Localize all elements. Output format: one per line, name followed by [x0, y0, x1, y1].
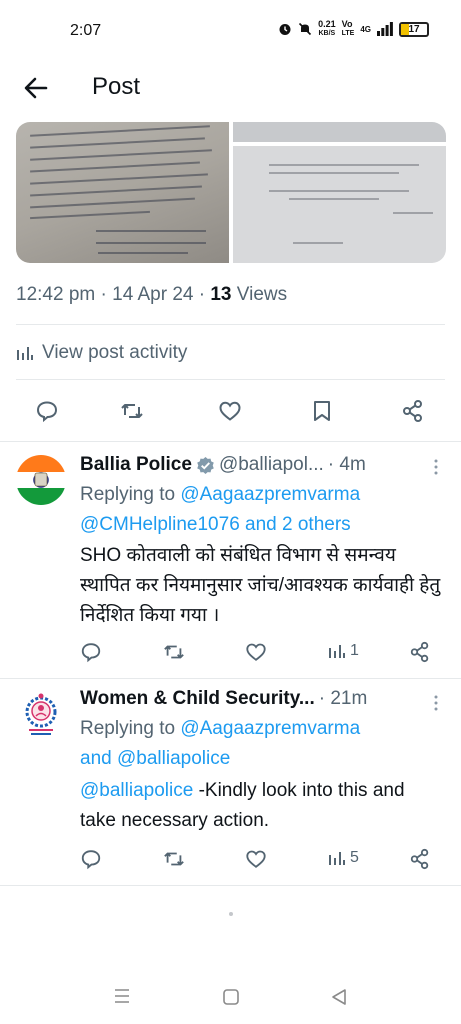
repost-button[interactable]	[119, 398, 145, 424]
repost-button[interactable]	[163, 848, 185, 870]
page-title: Post	[92, 73, 141, 100]
network-type: 4G	[360, 24, 371, 34]
mention-link[interactable]: @Aagaazpremvarma	[180, 718, 360, 739]
reply-time: · 4m	[327, 454, 366, 475]
share-button[interactable]	[409, 641, 431, 663]
triangle-back-icon	[332, 989, 346, 1005]
loading-indicator	[229, 912, 233, 916]
arrow-left-icon	[24, 77, 48, 99]
more-options-button[interactable]	[433, 459, 439, 480]
back-button[interactable]	[20, 72, 52, 104]
recent-apps-button[interactable]	[110, 986, 134, 1006]
like-button[interactable]	[245, 641, 267, 663]
share-icon	[403, 400, 422, 422]
like-icon	[246, 850, 266, 868]
system-nav-bar	[0, 970, 461, 1024]
bookmark-icon	[314, 401, 330, 421]
mention-link[interactable]: @Aagaazpremvarma	[180, 484, 360, 505]
reply-time: · 21m	[318, 688, 368, 709]
reply-header: Ballia Police @balliapol... · 4m	[80, 454, 366, 476]
verified-badge-icon	[197, 456, 214, 474]
printed-document-image[interactable]	[233, 146, 446, 263]
mention-link[interactable]: @CMHelpline1076 and 2 others	[80, 514, 351, 535]
analytics-icon	[17, 347, 33, 360]
reply-button[interactable]	[34, 398, 60, 424]
share-button[interactable]	[400, 398, 426, 424]
volte-indicator: Vo LTE	[341, 19, 355, 38]
views-button[interactable]: 1	[328, 642, 359, 660]
reply-header: Women & Child Security... · 21m	[80, 688, 367, 710]
avatar[interactable]	[16, 690, 66, 740]
mention-link[interactable]: and @balliapolice	[80, 748, 230, 769]
status-icons: 0.21 KB/S Vo LTE 4G 17	[278, 20, 429, 38]
like-button[interactable]	[217, 398, 243, 424]
more-vertical-icon	[434, 459, 438, 475]
signal-icon	[377, 22, 393, 36]
repost-icon	[164, 852, 184, 866]
views-count: 1	[350, 642, 359, 659]
author-name[interactable]: Women & Child Security...	[80, 688, 315, 710]
post-timestamp: 12:42 pm · 14 Apr 24 · 13 Views	[16, 284, 288, 305]
status-time: 2:07	[70, 22, 102, 39]
alarm-icon	[279, 24, 291, 35]
document-image-top[interactable]	[233, 122, 446, 142]
like-icon	[246, 643, 266, 661]
home-square-icon	[223, 989, 239, 1005]
share-icon	[410, 641, 429, 663]
author-handle: @balliapol...	[218, 454, 324, 475]
reply-item[interactable]: Women & Child Security... · 21m Replying…	[0, 678, 461, 885]
back-nav-button[interactable]	[328, 986, 350, 1008]
mute-icon	[299, 22, 312, 36]
reply-button[interactable]	[80, 848, 102, 870]
share-icon	[410, 848, 429, 870]
replying-to-more: and @balliapolice	[80, 748, 230, 770]
divider	[16, 379, 445, 380]
like-button[interactable]	[245, 848, 267, 870]
network-speed: 0.21 KB/S	[318, 19, 336, 38]
menu-lines-icon	[115, 989, 129, 1003]
divider	[0, 885, 461, 886]
more-options-button[interactable]	[433, 695, 439, 716]
header: Post	[0, 60, 461, 116]
reply-icon	[81, 643, 101, 663]
repost-button[interactable]	[163, 641, 185, 663]
views-button[interactable]: 5	[328, 849, 359, 867]
battery-icon: 17	[399, 21, 429, 37]
post-media[interactable]	[16, 122, 446, 263]
reply-button[interactable]	[80, 641, 102, 663]
analytics-icon	[329, 852, 345, 865]
replying-to: Replying to @Aagaazpremvarma	[80, 718, 361, 739]
repost-icon	[164, 645, 184, 659]
more-vertical-icon	[434, 695, 438, 711]
mention-link[interactable]: @balliapolice	[80, 780, 193, 801]
repost-icon	[121, 404, 143, 418]
share-button[interactable]	[409, 848, 431, 870]
views-count: 5	[350, 849, 359, 866]
status-bar: 2:07 0.21 KB/S Vo LTE 4G 17	[0, 0, 461, 60]
view-post-activity-link[interactable]: View post activity	[16, 342, 187, 364]
handwritten-letter-image[interactable]	[16, 122, 229, 263]
like-icon	[219, 401, 241, 421]
avatar[interactable]	[16, 455, 66, 505]
analytics-icon	[329, 645, 345, 658]
bookmark-button[interactable]	[309, 398, 335, 424]
view-post-activity-label: View post activity	[42, 342, 188, 363]
reply-icon	[36, 401, 58, 423]
reply-text: @balliapolice -Kindly look into this and…	[80, 780, 405, 831]
author-name[interactable]: Ballia Police	[80, 454, 192, 476]
divider	[16, 324, 445, 325]
views-count: 13	[210, 284, 232, 305]
replying-to: Replying to @Aagaazpremvarma	[80, 484, 361, 505]
home-button[interactable]	[220, 986, 242, 1008]
replying-to-more: @CMHelpline1076 and 2 others	[80, 514, 351, 536]
reply-text: SHO कोतवाली को संबंधित विभाग से समन्वय स…	[80, 545, 441, 626]
reply-icon	[81, 850, 101, 870]
reply-item[interactable]: Ballia Police @balliapol... · 4m Replyin…	[0, 441, 461, 678]
